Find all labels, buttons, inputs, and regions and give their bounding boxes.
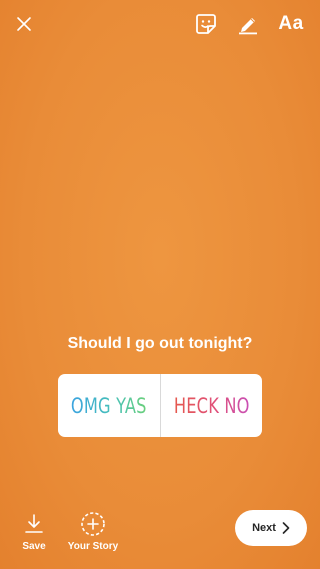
download-icon [25, 514, 43, 533]
poll-option-a[interactable]: OMG YAS [65, 374, 152, 437]
poll-sticker[interactable]: OMG YAS HECK NO [58, 374, 262, 437]
poll-question: Should I go out tonight? [67, 335, 253, 352]
poll-option-b[interactable]: HECK NO [168, 374, 255, 437]
close-button[interactable] [12, 10, 36, 38]
poll-divider [159, 374, 161, 437]
sticker-icon [196, 14, 216, 34]
next-button[interactable]: Next [235, 510, 307, 546]
add-story-icon [81, 512, 105, 536]
poll-option-a-label: OMG YAS [70, 393, 147, 418]
your-story-button[interactable]: Your Story [62, 511, 124, 552]
poll-option-b-label: HECK NO [173, 393, 250, 418]
next-label: Next [252, 522, 276, 534]
text-tool-label: Aa [278, 13, 304, 34]
close-icon [17, 17, 31, 31]
save-label: Save [22, 541, 46, 552]
pen-icon [239, 18, 257, 35]
your-story-label: Your Story [67, 541, 119, 552]
story-editor-screen: Aa Should I go out tonight? OMG YAS HECK… [0, 0, 320, 569]
chevron-right-icon [282, 522, 290, 534]
text-tool-button[interactable]: Aa [276, 10, 306, 38]
sticker-button[interactable] [193, 10, 219, 38]
draw-button[interactable] [236, 10, 260, 38]
save-button[interactable]: Save [14, 511, 54, 552]
